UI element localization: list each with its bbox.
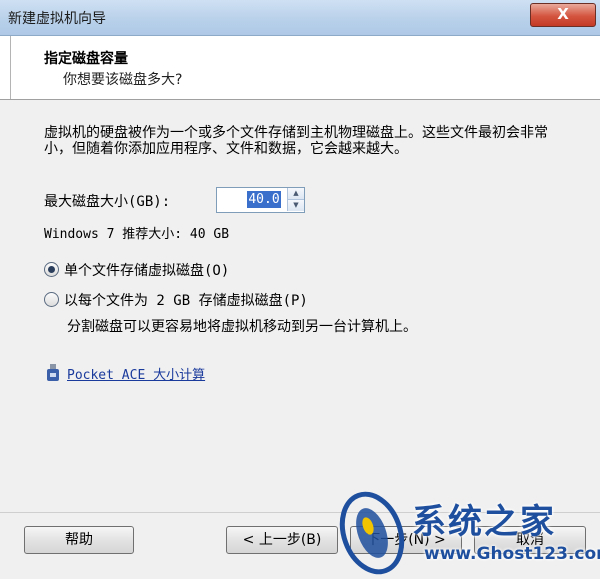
watermark-logo-icon bbox=[339, 491, 405, 575]
window-title: 新建虚拟机向导 bbox=[8, 11, 106, 27]
disk-size-spinner[interactable]: 40.0 ▲ ▼ bbox=[216, 187, 305, 213]
option-single-file[interactable]: 单个文件存储虚拟磁盘(O) bbox=[44, 260, 229, 280]
usb-drive-icon bbox=[47, 364, 59, 381]
description-text: 虚拟机的硬盘被作为一个或多个文件存储到主机物理磁盘上。这些文件最初会非常小，但随… bbox=[44, 125, 548, 157]
page-title: 指定磁盘容量 bbox=[44, 51, 128, 67]
wizard-header: 指定磁盘容量 你想要该磁盘多大? bbox=[0, 36, 600, 100]
site-watermark: 系统之家 www.Ghost123.com bbox=[332, 488, 600, 579]
option-split-files-label[interactable]: 以每个文件为 2 GB 存储虚拟磁盘(P) bbox=[64, 293, 308, 309]
help-button[interactable]: 帮助 bbox=[24, 526, 134, 554]
option-single-file-label[interactable]: 单个文件存储虚拟磁盘(O) bbox=[64, 263, 229, 279]
back-button[interactable]: < 上一步(B) bbox=[226, 526, 338, 554]
disk-size-input[interactable]: 40.0 bbox=[247, 191, 281, 208]
radio-single-file[interactable] bbox=[44, 262, 59, 277]
watermark-url: www.Ghost123.com bbox=[424, 544, 600, 564]
split-note-text: 分割磁盘可以更容易地将虚拟机移动到另一台计算机上。 bbox=[67, 319, 417, 335]
watermark-brand: 系统之家 bbox=[412, 502, 556, 542]
recommended-size-text: Windows 7 推荐大小: 40 GB bbox=[44, 227, 230, 242]
title-bar: 新建虚拟机向导 X bbox=[0, 0, 600, 36]
option-split-files[interactable]: 以每个文件为 2 GB 存储虚拟磁盘(P) bbox=[44, 290, 308, 310]
header-divider bbox=[10, 36, 11, 99]
pocket-ace-link[interactable]: Pocket ACE 大小计算 bbox=[67, 364, 205, 383]
page-subtitle: 你想要该磁盘多大? bbox=[63, 72, 183, 88]
spinner-up-icon[interactable]: ▲ bbox=[287, 188, 304, 200]
new-vm-wizard-window: 新建虚拟机向导 X 指定磁盘容量 你想要该磁盘多大? 虚拟机的硬盘被作为一个或多… bbox=[0, 0, 600, 579]
radio-split-files[interactable] bbox=[44, 292, 59, 307]
max-disk-size-label: 最大磁盘大小(GB): bbox=[44, 194, 171, 210]
close-button[interactable]: X bbox=[530, 3, 596, 27]
spinner-down-icon[interactable]: ▼ bbox=[287, 200, 304, 211]
